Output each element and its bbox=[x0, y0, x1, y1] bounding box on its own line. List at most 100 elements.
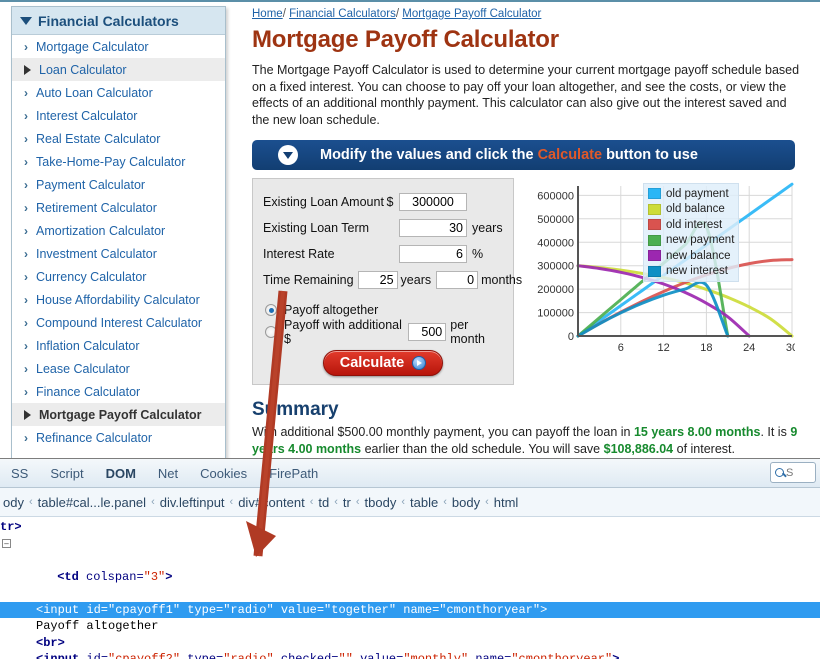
firebug-crumb[interactable]: tr bbox=[340, 495, 354, 510]
legend-color-swatch bbox=[648, 203, 661, 215]
code-attr: colspan= bbox=[86, 569, 144, 584]
chevron-right-icon: › bbox=[24, 292, 28, 307]
unit-time-remaining-months: months bbox=[481, 273, 523, 287]
label-payoff-additional-before: Payoff with additional $ bbox=[284, 318, 402, 346]
code-text: tr> bbox=[0, 520, 22, 534]
chevron-right-icon: › bbox=[24, 200, 28, 215]
sidebar-item-auto-loan-calculator[interactable]: › Auto Loan Calculator bbox=[12, 81, 225, 104]
breadcrumb-current[interactable]: Mortgage Payoff Calculator bbox=[402, 8, 541, 20]
calculate-button-wrap: Calculate bbox=[263, 350, 503, 376]
breadcrumb-separator: / bbox=[282, 8, 286, 20]
firebug-crumb[interactable]: table bbox=[407, 495, 441, 510]
radio-row-payoff-monthly[interactable]: Payoff with additional $ per month bbox=[263, 318, 503, 346]
radio-payoff-additional[interactable] bbox=[265, 326, 277, 338]
input-additional-amount[interactable] bbox=[408, 323, 447, 341]
label-time-remaining: Time Remaining bbox=[263, 273, 354, 287]
calculate-button[interactable]: Calculate bbox=[323, 350, 443, 376]
firebug-crumb[interactable]: body bbox=[449, 495, 483, 510]
sidebar-item-label: Compound Interest Calculator bbox=[36, 315, 203, 330]
sidebar-item-label: Investment Calculator bbox=[36, 246, 157, 261]
y-tick-label: 100000 bbox=[537, 308, 574, 320]
summary-text-2: . It is bbox=[760, 425, 791, 439]
y-tick-label: 0 bbox=[568, 331, 574, 343]
sidebar-item-lease-calculator[interactable]: › Lease Calculator bbox=[12, 357, 225, 380]
sidebar-item-inflation-calculator[interactable]: › Inflation Calculator bbox=[12, 334, 225, 357]
legend-item: new payment bbox=[648, 233, 734, 249]
y-tick-label: 500000 bbox=[537, 214, 574, 226]
firebug-tab-cookies[interactable]: Cookies bbox=[189, 466, 258, 481]
x-tick-label: 24 bbox=[743, 342, 755, 354]
code-line-2[interactable]: – <td colspan="3"> bbox=[0, 536, 820, 602]
sidebar-item-amortization-calculator[interactable]: › Amortization Calculator bbox=[12, 219, 225, 242]
code-value: "monthly" bbox=[403, 652, 469, 659]
field-row-time-remaining: Time Remaining years months bbox=[263, 267, 522, 293]
firebug-crumb[interactable]: ody bbox=[0, 495, 27, 510]
sidebar-item-finance-calculator[interactable]: › Finance Calculator bbox=[12, 380, 225, 403]
collapse-expander-icon[interactable]: – bbox=[2, 538, 11, 548]
firebug-search-placeholder: S bbox=[786, 466, 794, 479]
calculate-button-label: Calculate bbox=[339, 355, 405, 371]
y-tick-label: 600000 bbox=[537, 190, 574, 202]
breadcrumb-financial-calculators[interactable]: Financial Calculators bbox=[289, 8, 396, 20]
firebug-tab-script[interactable]: Script bbox=[39, 466, 94, 481]
sidebar-item-label: Retirement Calculator bbox=[36, 200, 157, 215]
chevron-right-icon: › bbox=[24, 85, 28, 100]
label-interest-rate: Interest Rate bbox=[263, 247, 335, 261]
firebug-tab-firepath[interactable]: FirePath bbox=[258, 466, 329, 481]
firebug-crumb[interactable]: div#content bbox=[235, 495, 308, 510]
label-loan-amount: Existing Loan Amount bbox=[263, 195, 384, 209]
input-time-remaining-years[interactable] bbox=[357, 271, 398, 289]
firebug-toolbar: SS Script DOM Net Cookies FirePath S bbox=[0, 459, 820, 488]
sidebar-item-compound-interest-calculator[interactable]: › Compound Interest Calculator bbox=[12, 311, 225, 334]
firebug-search-box[interactable]: S bbox=[770, 462, 816, 483]
breadcrumb-home[interactable]: Home bbox=[252, 8, 283, 20]
chevron-right-icon: › bbox=[24, 315, 28, 330]
chevron-down-circle-icon[interactable] bbox=[278, 145, 298, 165]
chevron-right-icon: › bbox=[24, 39, 28, 54]
input-loan-amount[interactable] bbox=[399, 193, 467, 211]
modify-values-banner[interactable]: Modify the values and click the Calculat… bbox=[252, 140, 795, 170]
sidebar-item-label: Amortization Calculator bbox=[36, 223, 166, 238]
radio-payoff-altogether[interactable] bbox=[265, 304, 277, 316]
sidebar-item-currency-calculator[interactable]: › Currency Calculator bbox=[12, 265, 225, 288]
input-interest-rate[interactable] bbox=[399, 245, 467, 263]
y-tick-label: 200000 bbox=[537, 284, 574, 296]
code-line-6[interactable]: <input id="cpayoff2" type="radio" checke… bbox=[0, 651, 820, 659]
sidebar-item-take-home-pay-calculator[interactable]: › Take-Home-Pay Calculator bbox=[12, 150, 225, 173]
firebug-crumb[interactable]: html bbox=[491, 495, 522, 510]
sidebar-item-payment-calculator[interactable]: › Payment Calculator bbox=[12, 173, 225, 196]
code-line-3-selected[interactable]: <input id="cpayoff1" type="radio" value=… bbox=[0, 601, 820, 618]
sidebar-item-refinance-calculator[interactable]: › Refinance Calculator bbox=[12, 426, 225, 449]
sidebar-item-house-affordability-calculator[interactable]: › House Affordability Calculator bbox=[12, 288, 225, 311]
sidebar-item-real-estate-calculator[interactable]: › Real Estate Calculator bbox=[12, 127, 225, 150]
sidebar-item-retirement-calculator[interactable]: › Retirement Calculator bbox=[12, 196, 225, 219]
page-title: Mortgage Payoff Calculator bbox=[252, 26, 559, 53]
firebug-tab-ss[interactable]: SS bbox=[0, 466, 39, 481]
legend-item: new interest bbox=[648, 264, 734, 280]
sidebar-item-mortgage-payoff-calculator[interactable]: Mortgage Payoff Calculator bbox=[12, 403, 225, 426]
firebug-crumb[interactable]: td bbox=[315, 495, 332, 510]
chevron-right-icon: › bbox=[24, 154, 28, 169]
sidebar-item-label: Take-Home-Pay Calculator bbox=[36, 154, 186, 169]
firebug-crumb[interactable]: table#cal...le.panel bbox=[35, 495, 149, 510]
firebug-crumb[interactable]: tbody bbox=[362, 495, 400, 510]
sidebar-item-mortgage-calculator[interactable]: › Mortgage Calculator bbox=[12, 35, 225, 58]
sidebar-header[interactable]: Financial Calculators bbox=[12, 7, 225, 35]
sidebar-item-interest-calculator[interactable]: › Interest Calculator bbox=[12, 104, 225, 127]
sidebar-item-investment-calculator[interactable]: › Investment Calculator bbox=[12, 242, 225, 265]
firebug-tab-dom[interactable]: DOM bbox=[95, 466, 147, 481]
code-tag-close: > bbox=[165, 569, 173, 584]
sidebar-item-loan-calculator[interactable]: Loan Calculator bbox=[12, 58, 225, 81]
firebug-crumb[interactable]: div.leftinput bbox=[157, 495, 228, 510]
chevron-right-icon: › bbox=[24, 361, 28, 376]
input-time-remaining-months[interactable] bbox=[436, 271, 479, 289]
input-loan-term[interactable] bbox=[399, 219, 467, 237]
breadcrumb: Home/ Financial Calculators/ Mortgage Pa… bbox=[252, 8, 812, 20]
unit-interest-rate: % bbox=[472, 247, 484, 261]
legend-label: old interest bbox=[666, 218, 723, 231]
play-arrow-icon bbox=[412, 356, 427, 370]
triangle-down-icon bbox=[20, 16, 32, 25]
firebug-tab-net[interactable]: Net bbox=[147, 466, 189, 481]
code-attr: type= bbox=[180, 652, 224, 659]
calculator-form: Existing Loan Amount $ Existing Loan Ter… bbox=[252, 178, 522, 385]
